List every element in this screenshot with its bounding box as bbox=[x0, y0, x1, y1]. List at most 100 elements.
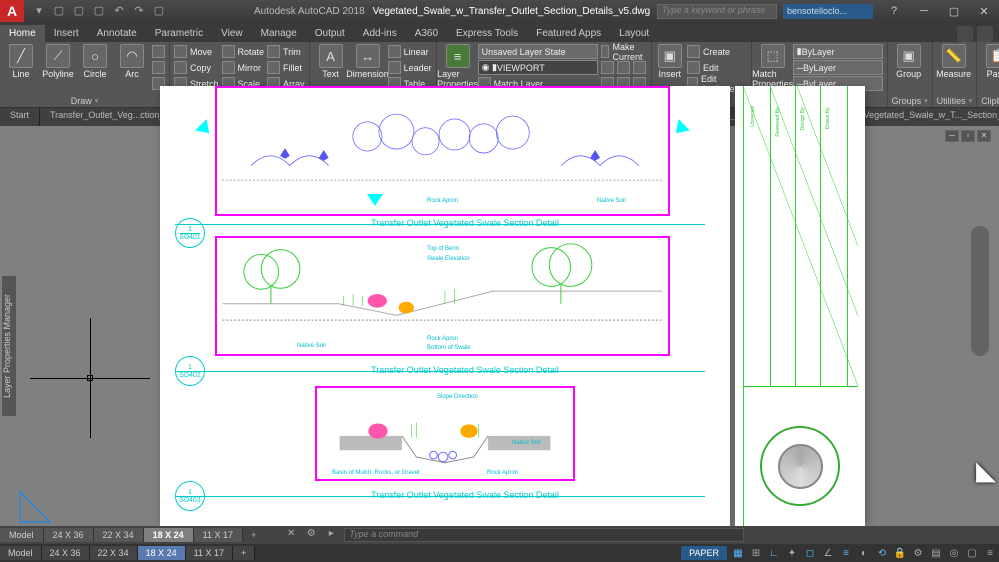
layout-tab[interactable]: 11 X 17 bbox=[194, 528, 243, 542]
space-toggle[interactable]: PAPER bbox=[681, 546, 727, 560]
tab-featured[interactable]: Featured Apps bbox=[527, 25, 610, 42]
paste-button[interactable]: 📋Paste bbox=[981, 44, 999, 79]
tab-addins[interactable]: Add-ins bbox=[354, 25, 406, 42]
ribbon-extra-icon[interactable] bbox=[977, 26, 993, 42]
qat-new-icon[interactable]: ▢ bbox=[52, 4, 66, 18]
tab-layout[interactable]: Layout bbox=[610, 25, 658, 42]
make-current-button[interactable]: Make Current bbox=[601, 44, 647, 59]
status-layout-model[interactable]: Model bbox=[0, 546, 42, 560]
hardware-accel-icon[interactable]: ▤ bbox=[927, 545, 945, 561]
tab-home[interactable]: Home bbox=[0, 25, 45, 42]
app-logo[interactable]: A bbox=[0, 0, 24, 22]
viewport-restore-icon[interactable]: ▫ bbox=[961, 130, 975, 142]
tab-annotate[interactable]: Annotate bbox=[88, 25, 146, 42]
color-combo[interactable]: ▮ ByLayer bbox=[793, 44, 883, 59]
file-tab[interactable]: Vegetated_Swale_w_T..._Section_Details_v… bbox=[854, 108, 999, 126]
layout-tab[interactable]: 18 X 24 bbox=[144, 528, 194, 542]
insert-button[interactable]: ▣Insert bbox=[656, 44, 684, 79]
help-icon[interactable]: ? bbox=[879, 0, 909, 22]
polar-toggle-icon[interactable]: ✦ bbox=[783, 545, 801, 561]
group-button[interactable]: ▣Group bbox=[892, 44, 926, 79]
close-button[interactable]: ✕ bbox=[969, 0, 999, 22]
layout-tab[interactable]: 22 X 34 bbox=[94, 528, 144, 542]
grid-toggle-icon[interactable]: ▦ bbox=[729, 545, 747, 561]
add-layout-button[interactable]: + bbox=[243, 528, 264, 542]
trim-button[interactable]: Trim bbox=[267, 44, 305, 59]
match-properties-button[interactable]: ⬚Match Properties bbox=[756, 44, 790, 89]
ribbon-extra-icon[interactable] bbox=[957, 26, 973, 42]
move-button[interactable]: Move bbox=[174, 44, 219, 59]
line-button[interactable]: ╱Line bbox=[4, 44, 38, 79]
user-account[interactable]: bensotelloclo... bbox=[783, 4, 873, 19]
lineweight-combo[interactable]: ─ ByLayer bbox=[793, 60, 883, 75]
measure-button[interactable]: 📏Measure bbox=[937, 44, 971, 79]
tab-output[interactable]: Output bbox=[306, 25, 354, 42]
help-search-input[interactable]: Type a keyword or phrase bbox=[657, 4, 777, 19]
tab-insert[interactable]: Insert bbox=[45, 25, 88, 42]
command-options-icon[interactable]: ⚙ bbox=[304, 528, 318, 542]
workspace-switch-icon[interactable]: ⚙ bbox=[909, 545, 927, 561]
snap-toggle-icon[interactable]: ⊞ bbox=[747, 545, 765, 561]
ortho-toggle-icon[interactable]: ∟ bbox=[765, 545, 783, 561]
layer-extra-icon[interactable] bbox=[601, 60, 647, 75]
file-tab[interactable]: Start bbox=[0, 108, 40, 126]
viewport-3[interactable]: Slope Direction Native Soil Basin of Mul… bbox=[315, 386, 575, 481]
layer-properties-panel-tab[interactable]: Layer Properties Manager bbox=[2, 276, 16, 416]
status-layout-tab[interactable]: 22 X 34 bbox=[90, 546, 138, 560]
draw-extra-icon[interactable] bbox=[152, 60, 165, 75]
status-layout-tab[interactable]: 11 X 17 bbox=[186, 546, 233, 560]
status-layout-tab[interactable]: 24 X 36 bbox=[42, 546, 90, 560]
customize-status-icon[interactable]: ≡ bbox=[981, 545, 999, 561]
qat-redo-icon[interactable]: ↷ bbox=[132, 4, 146, 18]
layout-tab[interactable]: 24 X 36 bbox=[44, 528, 94, 542]
tab-express[interactable]: Express Tools bbox=[447, 25, 527, 42]
mirror-button[interactable]: Mirror bbox=[222, 60, 265, 75]
arc-button[interactable]: ◠Arc bbox=[115, 44, 149, 79]
clean-screen-icon[interactable]: ▢ bbox=[963, 545, 981, 561]
command-close-icon[interactable]: ✕ bbox=[284, 528, 298, 542]
copy-button[interactable]: Copy bbox=[174, 60, 219, 75]
current-layer-combo[interactable]: ◉ ▮ VIEWPORT bbox=[478, 60, 598, 75]
qat-save-icon[interactable]: ▢ bbox=[92, 4, 106, 18]
qat-print-icon[interactable]: ▢ bbox=[152, 4, 166, 18]
circle-button[interactable]: ○Circle bbox=[78, 44, 112, 79]
selection-cycling-icon[interactable]: ⟲ bbox=[873, 545, 891, 561]
qat-undo-icon[interactable]: ↶ bbox=[112, 4, 126, 18]
qat-open-icon[interactable]: ▢ bbox=[72, 4, 86, 18]
minimize-button[interactable]: ─ bbox=[909, 0, 939, 22]
annotation-scale-icon[interactable]: 🔒 bbox=[891, 545, 909, 561]
osnap-toggle-icon[interactable]: ◻ bbox=[801, 545, 819, 561]
linear-button[interactable]: Linear bbox=[388, 44, 432, 59]
layer-state-combo[interactable]: Unsaved Layer State bbox=[478, 44, 598, 59]
lineweight-toggle-icon[interactable]: ≡ bbox=[837, 545, 855, 561]
status-add-layout[interactable]: + bbox=[233, 546, 255, 560]
polyline-button[interactable]: ⟋Polyline bbox=[41, 44, 75, 79]
tab-manage[interactable]: Manage bbox=[252, 25, 306, 42]
viewport-close-icon[interactable]: ✕ bbox=[977, 130, 991, 142]
tab-parametric[interactable]: Parametric bbox=[146, 25, 212, 42]
status-layout-tab[interactable]: 18 X 24 bbox=[138, 546, 186, 560]
rotate-button[interactable]: Rotate bbox=[222, 44, 265, 59]
navigation-bar[interactable] bbox=[971, 226, 989, 356]
layer-properties-button[interactable]: ≡Layer Properties bbox=[441, 44, 475, 89]
layout-tab-model[interactable]: Model bbox=[0, 528, 44, 542]
viewport-1[interactable]: Rock Apron Native Soil bbox=[215, 86, 670, 216]
create-block-button[interactable]: Create bbox=[687, 44, 747, 59]
text-button[interactable]: AText bbox=[314, 44, 348, 79]
viewport-minimize-icon[interactable]: ─ bbox=[945, 130, 959, 142]
isolate-objects-icon[interactable]: ◎ bbox=[945, 545, 963, 561]
tab-view[interactable]: View bbox=[212, 25, 252, 42]
command-input[interactable]: Type a command bbox=[344, 528, 744, 542]
otrack-toggle-icon[interactable]: ∠ bbox=[819, 545, 837, 561]
fillet-button[interactable]: Fillet bbox=[267, 60, 305, 75]
leader-button[interactable]: Leader bbox=[388, 60, 432, 75]
transparency-toggle-icon[interactable]: ◐ bbox=[855, 545, 873, 561]
viewport-2[interactable]: Top of Berm Swale Elevation Native Soil … bbox=[215, 236, 670, 356]
tab-a360[interactable]: A360 bbox=[406, 25, 447, 42]
detail-callout: 1SD402 bbox=[175, 356, 205, 386]
maximize-button[interactable]: ▢ bbox=[939, 0, 969, 22]
drawing-area[interactable]: Layer Properties Manager ─ ▫ ✕ bbox=[0, 126, 999, 526]
draw-extra-icon[interactable] bbox=[152, 44, 165, 59]
dimension-button[interactable]: ↔Dimension bbox=[351, 44, 385, 79]
qat-menu-icon[interactable]: ▾ bbox=[32, 4, 46, 18]
